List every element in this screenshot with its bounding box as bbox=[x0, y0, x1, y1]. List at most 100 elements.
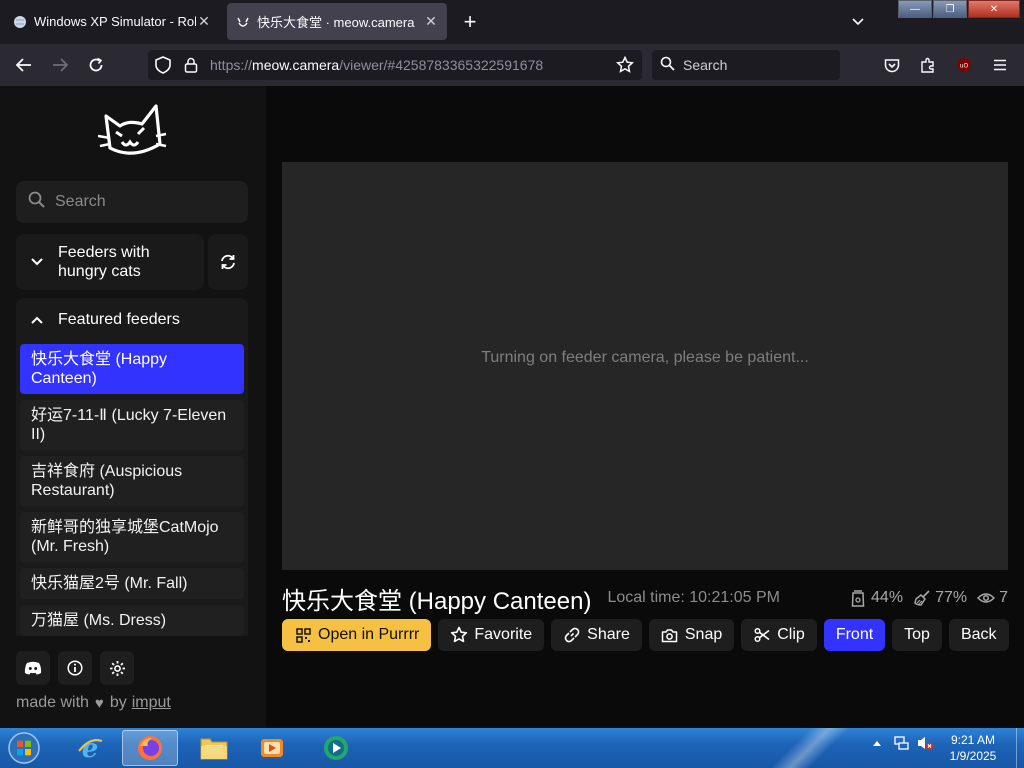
back-camera-button[interactable]: Back bbox=[948, 619, 1009, 651]
eye-icon bbox=[977, 589, 996, 607]
camera-stats: 44% 77% 7 bbox=[839, 589, 1008, 607]
url-scheme: https:// bbox=[210, 57, 253, 73]
share-label: Share bbox=[587, 626, 630, 643]
internet-explorer-icon[interactable]: e bbox=[62, 730, 118, 766]
favorite-button[interactable]: Favorite bbox=[438, 619, 545, 651]
tab-close-icon[interactable]: ✕ bbox=[196, 13, 212, 30]
settings-gear-icon[interactable] bbox=[100, 651, 134, 685]
svg-text:e: e bbox=[82, 734, 99, 763]
list-all-tabs-chevron-icon[interactable] bbox=[848, 12, 868, 32]
window-controls: — ❐ ✕ bbox=[897, 0, 1020, 18]
food-level-value: 44% bbox=[871, 589, 904, 606]
viewers-stat: 7 bbox=[977, 589, 1008, 607]
minimize-button[interactable]: — bbox=[898, 0, 932, 18]
taskbar-light-streak bbox=[740, 728, 860, 768]
meow-camera-cat-logo-icon[interactable] bbox=[97, 102, 168, 164]
info-icon[interactable] bbox=[58, 651, 92, 685]
url-text: https://meow.camera/viewer/#425878336532… bbox=[210, 57, 543, 73]
clock-date: 1/9/2025 bbox=[949, 749, 997, 763]
clip-button[interactable]: Clip bbox=[741, 619, 817, 651]
new-tab-button[interactable]: + bbox=[458, 9, 482, 34]
forward-arrow-icon[interactable] bbox=[47, 53, 73, 77]
group-featured-label: Featured feeders bbox=[58, 311, 180, 328]
feeder-label: 快乐大食堂 (Happy Canteen) bbox=[31, 351, 168, 387]
bookmark-star-icon[interactable] bbox=[614, 54, 636, 76]
taskbar-clock[interactable]: 9:21 AM 1/9/2025 bbox=[934, 732, 1012, 764]
cat-logo-icon bbox=[235, 14, 251, 30]
top-label: Top bbox=[904, 626, 930, 643]
network-icon[interactable] bbox=[892, 734, 910, 752]
sidebar-footer-buttons bbox=[16, 651, 142, 685]
url-host: meow.camera bbox=[252, 57, 340, 73]
extensions-puzzle-icon[interactable] bbox=[915, 53, 941, 77]
camera-title: 快乐大食堂 (Happy Canteen) bbox=[282, 587, 592, 615]
camera-icon bbox=[661, 626, 679, 644]
snap-button[interactable]: Snap bbox=[648, 619, 735, 651]
feeder-label: 快乐猫屋2号 (Mr. Fall) bbox=[31, 575, 188, 592]
share-button[interactable]: Share bbox=[551, 619, 642, 651]
volume-muted-icon[interactable] bbox=[916, 734, 934, 752]
firefox-icon[interactable] bbox=[122, 730, 178, 766]
battery-value: 77% bbox=[935, 589, 968, 606]
lock-icon[interactable] bbox=[180, 54, 202, 76]
open-in-purrrr-label: Open in Purrrr bbox=[318, 626, 420, 643]
show-desktop-button[interactable] bbox=[1016, 728, 1024, 768]
camera-loading-message: Turning on feeder camera, please be pati… bbox=[481, 349, 809, 366]
shield-icon[interactable] bbox=[152, 54, 174, 76]
front-camera-button[interactable]: Front bbox=[823, 619, 886, 651]
author-link[interactable]: imput bbox=[132, 694, 171, 712]
camera-video-area[interactable]: Turning on feeder camera, please be pati… bbox=[282, 162, 1008, 570]
browser-tab-strip: Windows XP Simulator - Roblox ✕ 快乐大食堂 · … bbox=[0, 0, 1024, 44]
hamburger-menu-icon[interactable] bbox=[987, 53, 1013, 77]
feeder-label: 新鲜哥的独享城堡CatMojo (Mr. Fresh) bbox=[31, 519, 219, 555]
web-search-bar[interactable]: Search bbox=[652, 50, 840, 80]
top-camera-button[interactable]: Top bbox=[892, 619, 942, 651]
feeder-item-lucky-7-eleven[interactable]: 好运7-11-Ⅱ (Lucky 7-Eleven II) bbox=[20, 400, 244, 450]
scissors-icon bbox=[753, 626, 771, 644]
feeder-item-mr-fresh[interactable]: 新鲜哥的独享城堡CatMojo (Mr. Fresh) bbox=[20, 512, 244, 562]
show-hidden-icons-icon[interactable] bbox=[868, 734, 886, 752]
chevron-up-icon bbox=[28, 311, 46, 329]
camera-info-bar: 快乐大食堂 (Happy Canteen) Local time: 10:21:… bbox=[282, 580, 1008, 616]
search-icon bbox=[28, 191, 45, 213]
snap-label: Snap bbox=[684, 626, 723, 643]
group-hungry-label: Feeders with hungry cats bbox=[58, 244, 150, 280]
group-featured-toggle[interactable]: Featured feeders bbox=[16, 298, 248, 342]
feeder-search-input[interactable]: Search bbox=[16, 181, 248, 223]
media-player-icon[interactable] bbox=[244, 730, 300, 766]
sidebar: Search Feeders with hungry cats Featured… bbox=[0, 86, 266, 728]
svg-text:uO: uO bbox=[960, 63, 969, 70]
url-path: /viewer/#4258783365322591678 bbox=[339, 57, 544, 73]
pocket-icon[interactable] bbox=[879, 53, 905, 77]
reload-icon[interactable] bbox=[83, 53, 109, 77]
feeder-item-mr-fall[interactable]: 快乐猫屋2号 (Mr. Fall) bbox=[20, 568, 244, 599]
maximize-button[interactable]: ❐ bbox=[933, 0, 967, 18]
by-label: by bbox=[109, 694, 127, 711]
viewers-count: 7 bbox=[999, 589, 1008, 606]
discord-icon[interactable] bbox=[16, 651, 50, 685]
refresh-icon[interactable] bbox=[208, 234, 248, 290]
qr-code-icon bbox=[294, 626, 312, 644]
close-window-button[interactable]: ✕ bbox=[968, 0, 1020, 18]
clock-time: 9:21 AM bbox=[950, 733, 996, 747]
made-with-credit: made with ♥ by imput bbox=[16, 694, 171, 712]
local-time: Local time: 10:21:05 PM bbox=[607, 589, 780, 606]
file-explorer-folder-icon[interactable] bbox=[186, 730, 242, 766]
group-hungry-cats-toggle[interactable]: Feeders with hungry cats bbox=[16, 234, 204, 290]
open-in-purrrr-button[interactable]: Open in Purrrr bbox=[282, 619, 432, 651]
tab-close-icon[interactable]: ✕ bbox=[423, 13, 439, 30]
tab-meow-camera[interactable]: 快乐大食堂 · meow.camera ✕ bbox=[227, 3, 447, 40]
start-button-windows-orb-icon[interactable] bbox=[4, 730, 44, 766]
url-bar[interactable]: https://meow.camera/viewer/#425878336532… bbox=[148, 50, 642, 80]
tab-roblox[interactable]: Windows XP Simulator - Roblox ✕ bbox=[4, 3, 220, 40]
feeder-item-ms-dress[interactable]: 万猫屋 (Ms. Dress) bbox=[20, 605, 244, 636]
ublock-origin-icon[interactable]: uO bbox=[951, 53, 977, 77]
back-arrow-icon[interactable] bbox=[11, 53, 37, 77]
media-center-icon[interactable] bbox=[308, 730, 364, 766]
broom-icon bbox=[913, 589, 931, 607]
food-bag-icon bbox=[849, 589, 867, 607]
feeder-item-auspicious-restaurant[interactable]: 吉祥食府 (Auspicious Restaurant) bbox=[20, 456, 244, 506]
featured-feeder-list[interactable]: 快乐大食堂 (Happy Canteen) 好运7-11-Ⅱ (Lucky 7-… bbox=[16, 342, 248, 636]
feeder-label: 好运7-11-Ⅱ (Lucky 7-Eleven II) bbox=[31, 407, 227, 443]
feeder-item-happy-canteen[interactable]: 快乐大食堂 (Happy Canteen) bbox=[20, 344, 244, 394]
